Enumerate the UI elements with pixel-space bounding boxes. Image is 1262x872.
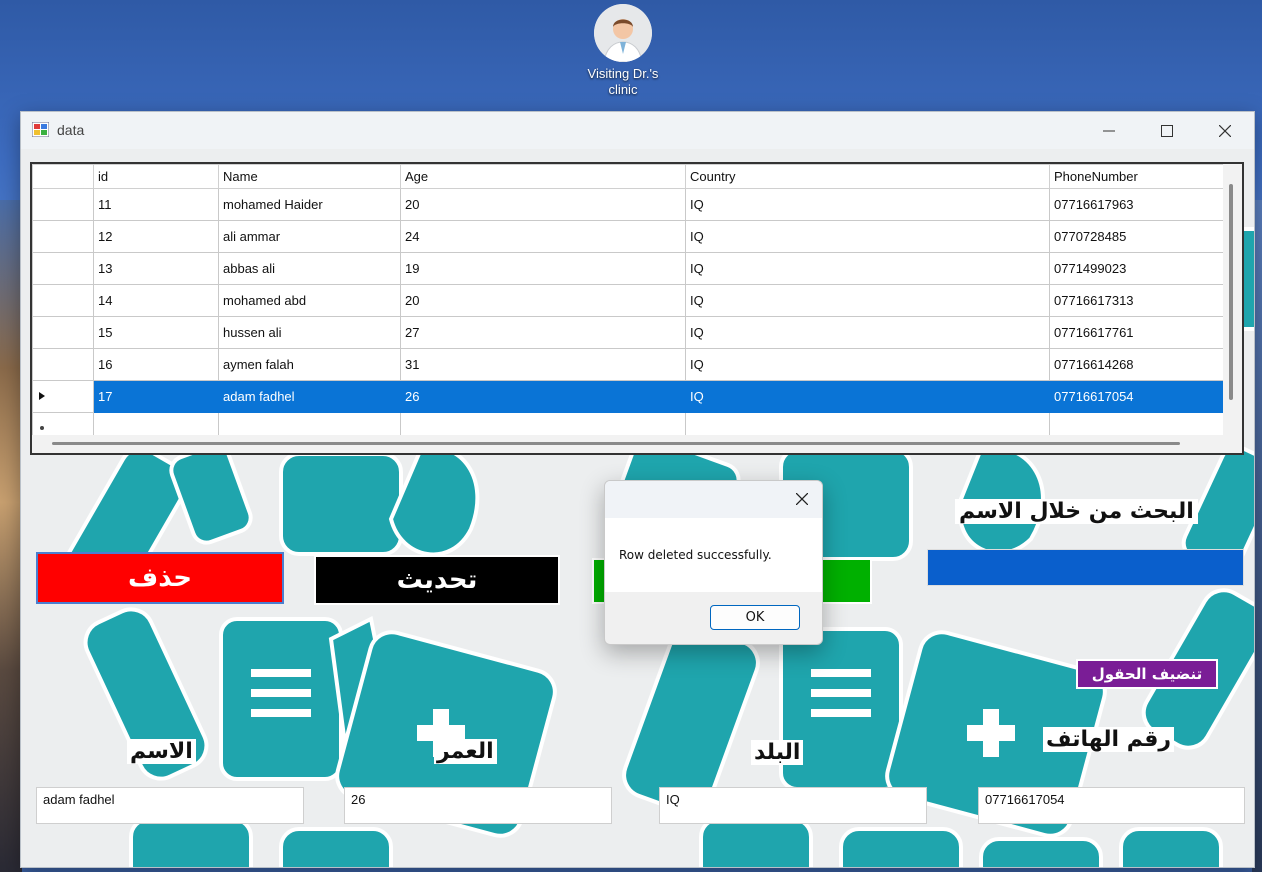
column-header-id[interactable]: id xyxy=(93,164,219,189)
cell-age[interactable]: 20 xyxy=(400,188,686,221)
cell-name[interactable]: hussen ali xyxy=(218,316,401,349)
age-label: العمر xyxy=(434,739,497,764)
cell-country[interactable]: IQ xyxy=(685,188,1050,221)
close-button[interactable] xyxy=(1196,112,1254,149)
cell-id[interactable]: 13 xyxy=(93,252,219,285)
cell-age[interactable]: 19 xyxy=(400,252,686,285)
delete-button[interactable]: حذف xyxy=(36,552,284,604)
cell-id[interactable]: 16 xyxy=(93,348,219,381)
cell-id[interactable]: 17 xyxy=(93,380,219,413)
clear-fields-button[interactable]: تنضيف الحقول xyxy=(1076,659,1218,689)
horizontal-scrollbar[interactable] xyxy=(32,435,1242,453)
cell-phone[interactable]: 0771499023 xyxy=(1049,252,1227,285)
cell-age[interactable]: 27 xyxy=(400,316,686,349)
cell-phone[interactable]: 07716617054 xyxy=(1049,380,1227,413)
cell-age[interactable]: 26 xyxy=(400,380,686,413)
country-label: البلد xyxy=(751,740,804,765)
cell-country[interactable]: IQ xyxy=(685,380,1050,413)
row-header[interactable] xyxy=(32,220,94,253)
cell-age[interactable]: 24 xyxy=(400,220,686,253)
country-field[interactable]: IQ xyxy=(659,787,927,824)
dialog-body: Row deleted successfully. xyxy=(605,518,822,592)
horizontal-scroll-thumb[interactable] xyxy=(52,442,1180,445)
cell-name[interactable]: mohamed Haider xyxy=(218,188,401,221)
table-row[interactable]: 14 mohamed abd 20 IQ 07716617313 xyxy=(32,284,1227,317)
cell-name[interactable]: mohamed abd xyxy=(218,284,401,317)
dialog-title-bar[interactable] xyxy=(605,481,822,518)
table-row[interactable]: 16 aymen falah 31 IQ 07716614268 xyxy=(32,348,1227,381)
title-bar[interactable]: data xyxy=(21,112,1254,149)
dialog-ok-button[interactable]: OK xyxy=(710,605,800,630)
row-header[interactable] xyxy=(32,188,94,221)
close-icon xyxy=(796,493,808,505)
cell-id[interactable]: 11 xyxy=(93,188,219,221)
cell-phone[interactable]: 07716617963 xyxy=(1049,188,1227,221)
column-header-country[interactable]: Country xyxy=(685,164,1050,189)
vertical-scroll-thumb[interactable] xyxy=(1229,184,1233,400)
column-header-age[interactable]: Age xyxy=(400,164,686,189)
table-row-selected[interactable]: 17 adam fadhel 26 IQ 07716617054 xyxy=(32,380,1227,413)
cell-name[interactable]: ali ammar xyxy=(218,220,401,253)
desktop-shortcut-visiting-clinic[interactable]: Visiting Dr.'s clinic xyxy=(578,4,668,98)
current-row-arrow-icon xyxy=(39,392,45,400)
dialog-close-button[interactable] xyxy=(792,489,812,509)
desktop-shortcut-label-line1: Visiting Dr.'s xyxy=(587,66,659,81)
doctor-avatar-icon xyxy=(594,4,652,62)
row-header[interactable] xyxy=(32,348,94,381)
cell-country[interactable]: IQ xyxy=(685,316,1050,349)
new-row-asterisk-icon xyxy=(40,426,44,430)
name-field[interactable]: adam fadhel xyxy=(36,787,304,824)
cell-id[interactable]: 15 xyxy=(93,316,219,349)
update-button[interactable]: تحديث xyxy=(314,555,560,605)
app-icon xyxy=(32,122,49,137)
cell-country[interactable]: IQ xyxy=(685,220,1050,253)
dialog-message: Row deleted successfully. xyxy=(619,548,772,562)
row-header[interactable] xyxy=(32,252,94,285)
desktop-shortcut-label-line2: clinic xyxy=(608,82,638,97)
maximize-icon xyxy=(1161,124,1173,137)
cell-phone[interactable]: 07716614268 xyxy=(1049,348,1227,381)
cell-name[interactable]: abbas ali xyxy=(218,252,401,285)
table-row[interactable]: 11 mohamed Haider 20 IQ 07716617963 xyxy=(32,188,1227,221)
vertical-scrollbar[interactable] xyxy=(1223,164,1242,453)
table-row[interactable]: 13 abbas ali 19 IQ 0771499023 xyxy=(32,252,1227,285)
table-row[interactable]: 12 ali ammar 24 IQ 0770728485 xyxy=(32,220,1227,253)
search-input[interactable] xyxy=(927,549,1244,586)
desktop-wallpaper-left xyxy=(0,200,22,872)
message-dialog: Row deleted successfully. OK xyxy=(604,480,823,645)
cell-country[interactable]: IQ xyxy=(685,284,1050,317)
name-label: الاسم xyxy=(127,739,196,764)
table-row[interactable]: 15 hussen ali 27 IQ 07716617761 xyxy=(32,316,1227,349)
cell-name[interactable]: aymen falah xyxy=(218,348,401,381)
cell-name[interactable]: adam fadhel xyxy=(218,380,401,413)
phone-label: رقم الهاتف xyxy=(1043,727,1175,752)
maximize-button[interactable] xyxy=(1138,112,1196,149)
cell-phone[interactable]: 07716617761 xyxy=(1049,316,1227,349)
column-header-name[interactable]: Name xyxy=(218,164,401,189)
column-header-phonenumber[interactable]: PhoneNumber xyxy=(1049,164,1227,189)
cell-id[interactable]: 12 xyxy=(93,220,219,253)
window-title: data xyxy=(57,122,85,138)
close-icon xyxy=(1219,124,1231,137)
cell-age[interactable]: 20 xyxy=(400,284,686,317)
cell-id[interactable]: 14 xyxy=(93,284,219,317)
cell-phone[interactable]: 0770728485 xyxy=(1049,220,1227,253)
cell-age[interactable]: 31 xyxy=(400,348,686,381)
row-header[interactable] xyxy=(32,284,94,317)
cell-phone[interactable]: 07716617313 xyxy=(1049,284,1227,317)
minimize-icon xyxy=(1103,130,1115,131)
minimize-button[interactable] xyxy=(1080,112,1138,149)
phone-field[interactable]: 07716617054 xyxy=(978,787,1245,824)
grid-corner-header xyxy=(32,164,94,189)
cell-country[interactable]: IQ xyxy=(685,252,1050,285)
age-field[interactable]: 26 xyxy=(344,787,612,824)
grid-header-row: id Name Age Country PhoneNumber xyxy=(32,164,1227,189)
data-grid[interactable]: id Name Age Country PhoneNumber 11 moham… xyxy=(30,162,1244,455)
search-label: البحث من خلال الاسم xyxy=(955,499,1198,524)
row-header-current[interactable] xyxy=(32,380,94,413)
cell-country[interactable]: IQ xyxy=(685,348,1050,381)
row-header[interactable] xyxy=(32,316,94,349)
